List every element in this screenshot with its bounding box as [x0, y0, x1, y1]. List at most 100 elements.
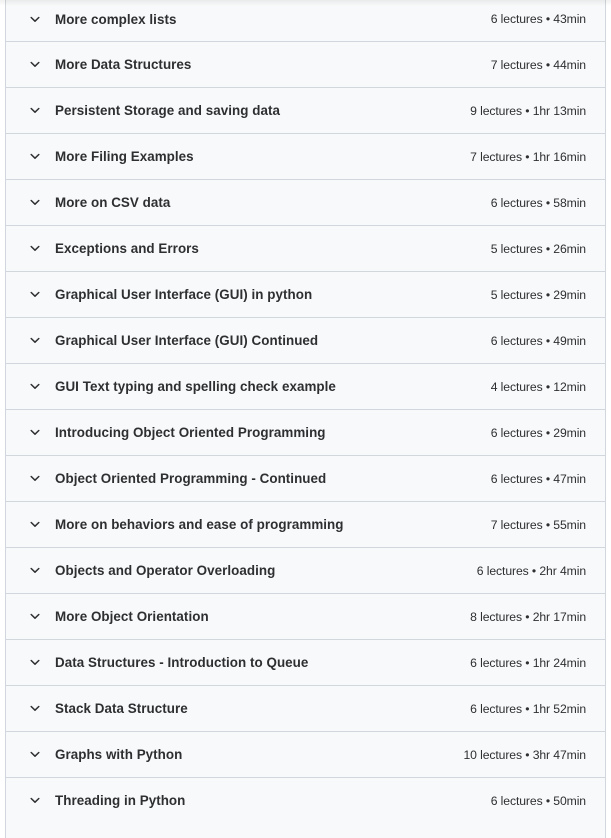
section-header[interactable]: Exceptions and Errors 5 lectures • 26min	[6, 226, 605, 271]
section-header[interactable]: Graphical User Interface (GUI) Continued…	[6, 318, 605, 363]
chevron-down-icon[interactable]	[29, 795, 41, 807]
section-header[interactable]: More Filing Examples 7 lectures • 1hr 16…	[6, 134, 605, 179]
section-meta: 6 lectures • 29min	[490, 425, 586, 440]
chevron-down-icon-glyph	[30, 475, 40, 481]
section-meta: 8 lectures • 2hr 17min	[470, 609, 586, 624]
curriculum-section-3[interactable]: Persistent Storage and saving data 9 lec…	[6, 88, 605, 134]
section-meta: 6 lectures • 47min	[490, 471, 586, 486]
section-title: More Object Orientation	[55, 609, 209, 624]
curriculum-section-17[interactable]: Graphs with Python 10 lectures • 3hr 47m…	[6, 732, 605, 778]
chevron-down-icon-glyph	[30, 429, 40, 435]
chevron-down-icon[interactable]	[29, 565, 41, 577]
chevron-down-icon[interactable]	[29, 151, 41, 163]
chevron-down-icon-glyph	[30, 107, 40, 113]
chevron-down-icon[interactable]	[29, 243, 41, 255]
chevron-down-icon[interactable]	[29, 335, 41, 347]
section-title: Graphical User Interface (GUI) Continued	[55, 333, 319, 348]
chevron-down-icon-glyph	[30, 16, 40, 22]
chevron-down-icon-glyph	[30, 751, 40, 757]
curriculum-section-12[interactable]: More on behaviors and ease of programmin…	[6, 502, 605, 548]
section-meta: 5 lectures • 29min	[490, 287, 586, 302]
chevron-down-icon-glyph	[30, 521, 40, 527]
curriculum-section-14[interactable]: More Object Orientation 8 lectures • 2hr…	[6, 594, 605, 640]
section-meta: 7 lectures • 55min	[490, 517, 586, 532]
section-meta: 5 lectures • 26min	[490, 241, 586, 256]
curriculum-section-1[interactable]: More complex lists 6 lectures • 43min	[6, 0, 605, 42]
section-title: More complex lists	[55, 11, 177, 27]
section-title: More on CSV data	[55, 195, 171, 210]
curriculum-section-9[interactable]: GUI Text typing and spelling check examp…	[6, 364, 605, 410]
chevron-down-icon[interactable]	[29, 519, 41, 531]
curriculum-section-4[interactable]: More Filing Examples 7 lectures • 1hr 16…	[6, 134, 605, 180]
section-title: More Filing Examples	[55, 149, 194, 164]
chevron-down-icon[interactable]	[29, 427, 41, 439]
course-curriculum-list: More complex lists 6 lectures • 43min Mo…	[5, 0, 606, 838]
section-title: More on behaviors and ease of programmin…	[55, 517, 344, 532]
section-meta: 10 lectures • 3hr 47min	[463, 747, 586, 762]
section-title: Stack Data Structure	[55, 701, 188, 716]
chevron-down-icon-glyph	[30, 153, 40, 159]
section-meta: 4 lectures • 12min	[490, 379, 586, 394]
section-title: Object Oriented Programming - Continued	[55, 471, 327, 486]
section-header[interactable]: Threading in Python 6 lectures • 50min	[6, 778, 605, 823]
curriculum-section-15[interactable]: Data Structures - Introduction to Queue …	[6, 640, 605, 686]
chevron-down-icon[interactable]	[29, 703, 41, 715]
section-title: Data Structures - Introduction to Queue	[55, 655, 309, 670]
section-meta: 6 lectures • 43min	[490, 12, 586, 26]
curriculum-section-13[interactable]: Objects and Operator Overloading 6 lectu…	[6, 548, 605, 594]
section-title: Threading in Python	[55, 793, 186, 808]
curriculum-section-7[interactable]: Graphical User Interface (GUI) in python…	[6, 272, 605, 318]
section-header[interactable]: Introducing Object Oriented Programming …	[6, 410, 605, 455]
curriculum-section-5[interactable]: More on CSV data 6 lectures • 58min	[6, 180, 605, 226]
section-meta: 6 lectures • 58min	[490, 195, 586, 210]
chevron-down-icon-glyph	[30, 567, 40, 573]
curriculum-section-10[interactable]: Introducing Object Oriented Programming …	[6, 410, 605, 456]
section-title: Exceptions and Errors	[55, 241, 199, 256]
chevron-down-icon-glyph	[30, 61, 40, 67]
chevron-down-icon-glyph	[30, 705, 40, 711]
curriculum-section-2[interactable]: More Data Structures 7 lectures • 44min	[6, 42, 605, 88]
section-header[interactable]: Graphical User Interface (GUI) in python…	[6, 272, 605, 317]
section-title: Graphs with Python	[55, 747, 183, 762]
curriculum-section-16[interactable]: Stack Data Structure 6 lectures • 1hr 52…	[6, 686, 605, 732]
section-title: Introducing Object Oriented Programming	[55, 425, 326, 440]
section-meta: 6 lectures • 2hr 4min	[476, 563, 586, 578]
chevron-down-icon[interactable]	[29, 13, 41, 25]
section-header[interactable]: Stack Data Structure 6 lectures • 1hr 52…	[6, 686, 605, 731]
section-header[interactable]: Objects and Operator Overloading 6 lectu…	[6, 548, 605, 593]
section-title: GUI Text typing and spelling check examp…	[55, 379, 336, 394]
section-header[interactable]: More Data Structures 7 lectures • 44min	[6, 42, 605, 87]
section-header[interactable]: Persistent Storage and saving data 9 lec…	[6, 88, 605, 133]
chevron-down-icon[interactable]	[29, 749, 41, 761]
curriculum-section-8[interactable]: Graphical User Interface (GUI) Continued…	[6, 318, 605, 364]
chevron-down-icon-glyph	[30, 659, 40, 665]
section-meta: 6 lectures • 49min	[490, 333, 586, 348]
chevron-down-icon-glyph	[30, 383, 40, 389]
chevron-down-icon-glyph	[30, 337, 40, 343]
section-header[interactable]: More on CSV data 6 lectures • 58min	[6, 180, 605, 225]
chevron-down-icon[interactable]	[29, 611, 41, 623]
chevron-down-icon[interactable]	[29, 381, 41, 393]
chevron-down-icon[interactable]	[29, 197, 41, 209]
chevron-down-icon[interactable]	[29, 473, 41, 485]
section-header[interactable]: GUI Text typing and spelling check examp…	[6, 364, 605, 409]
section-title: Graphical User Interface (GUI) in python	[55, 287, 313, 302]
chevron-down-icon-glyph	[30, 199, 40, 205]
chevron-down-icon[interactable]	[29, 657, 41, 669]
curriculum-section-11[interactable]: Object Oriented Programming - Continued …	[6, 456, 605, 502]
section-header[interactable]: Graphs with Python 10 lectures • 3hr 47m…	[6, 732, 605, 777]
section-header[interactable]: More Object Orientation 8 lectures • 2hr…	[6, 594, 605, 639]
curriculum-section-18[interactable]: Threading in Python 6 lectures • 50min	[6, 778, 605, 838]
section-header[interactable]: More complex lists 6 lectures • 43min	[6, 0, 605, 41]
section-header[interactable]: More on behaviors and ease of programmin…	[6, 502, 605, 547]
section-meta: 9 lectures • 1hr 13min	[470, 103, 586, 118]
chevron-down-icon[interactable]	[29, 105, 41, 117]
chevron-down-icon[interactable]	[29, 289, 41, 301]
chevron-down-icon-glyph	[30, 797, 40, 803]
chevron-down-icon-glyph	[30, 291, 40, 297]
curriculum-section-6[interactable]: Exceptions and Errors 5 lectures • 26min	[6, 226, 605, 272]
section-header[interactable]: Object Oriented Programming - Continued …	[6, 456, 605, 501]
section-header[interactable]: Data Structures - Introduction to Queue …	[6, 640, 605, 685]
section-title: Persistent Storage and saving data	[55, 103, 280, 118]
chevron-down-icon[interactable]	[29, 59, 41, 71]
